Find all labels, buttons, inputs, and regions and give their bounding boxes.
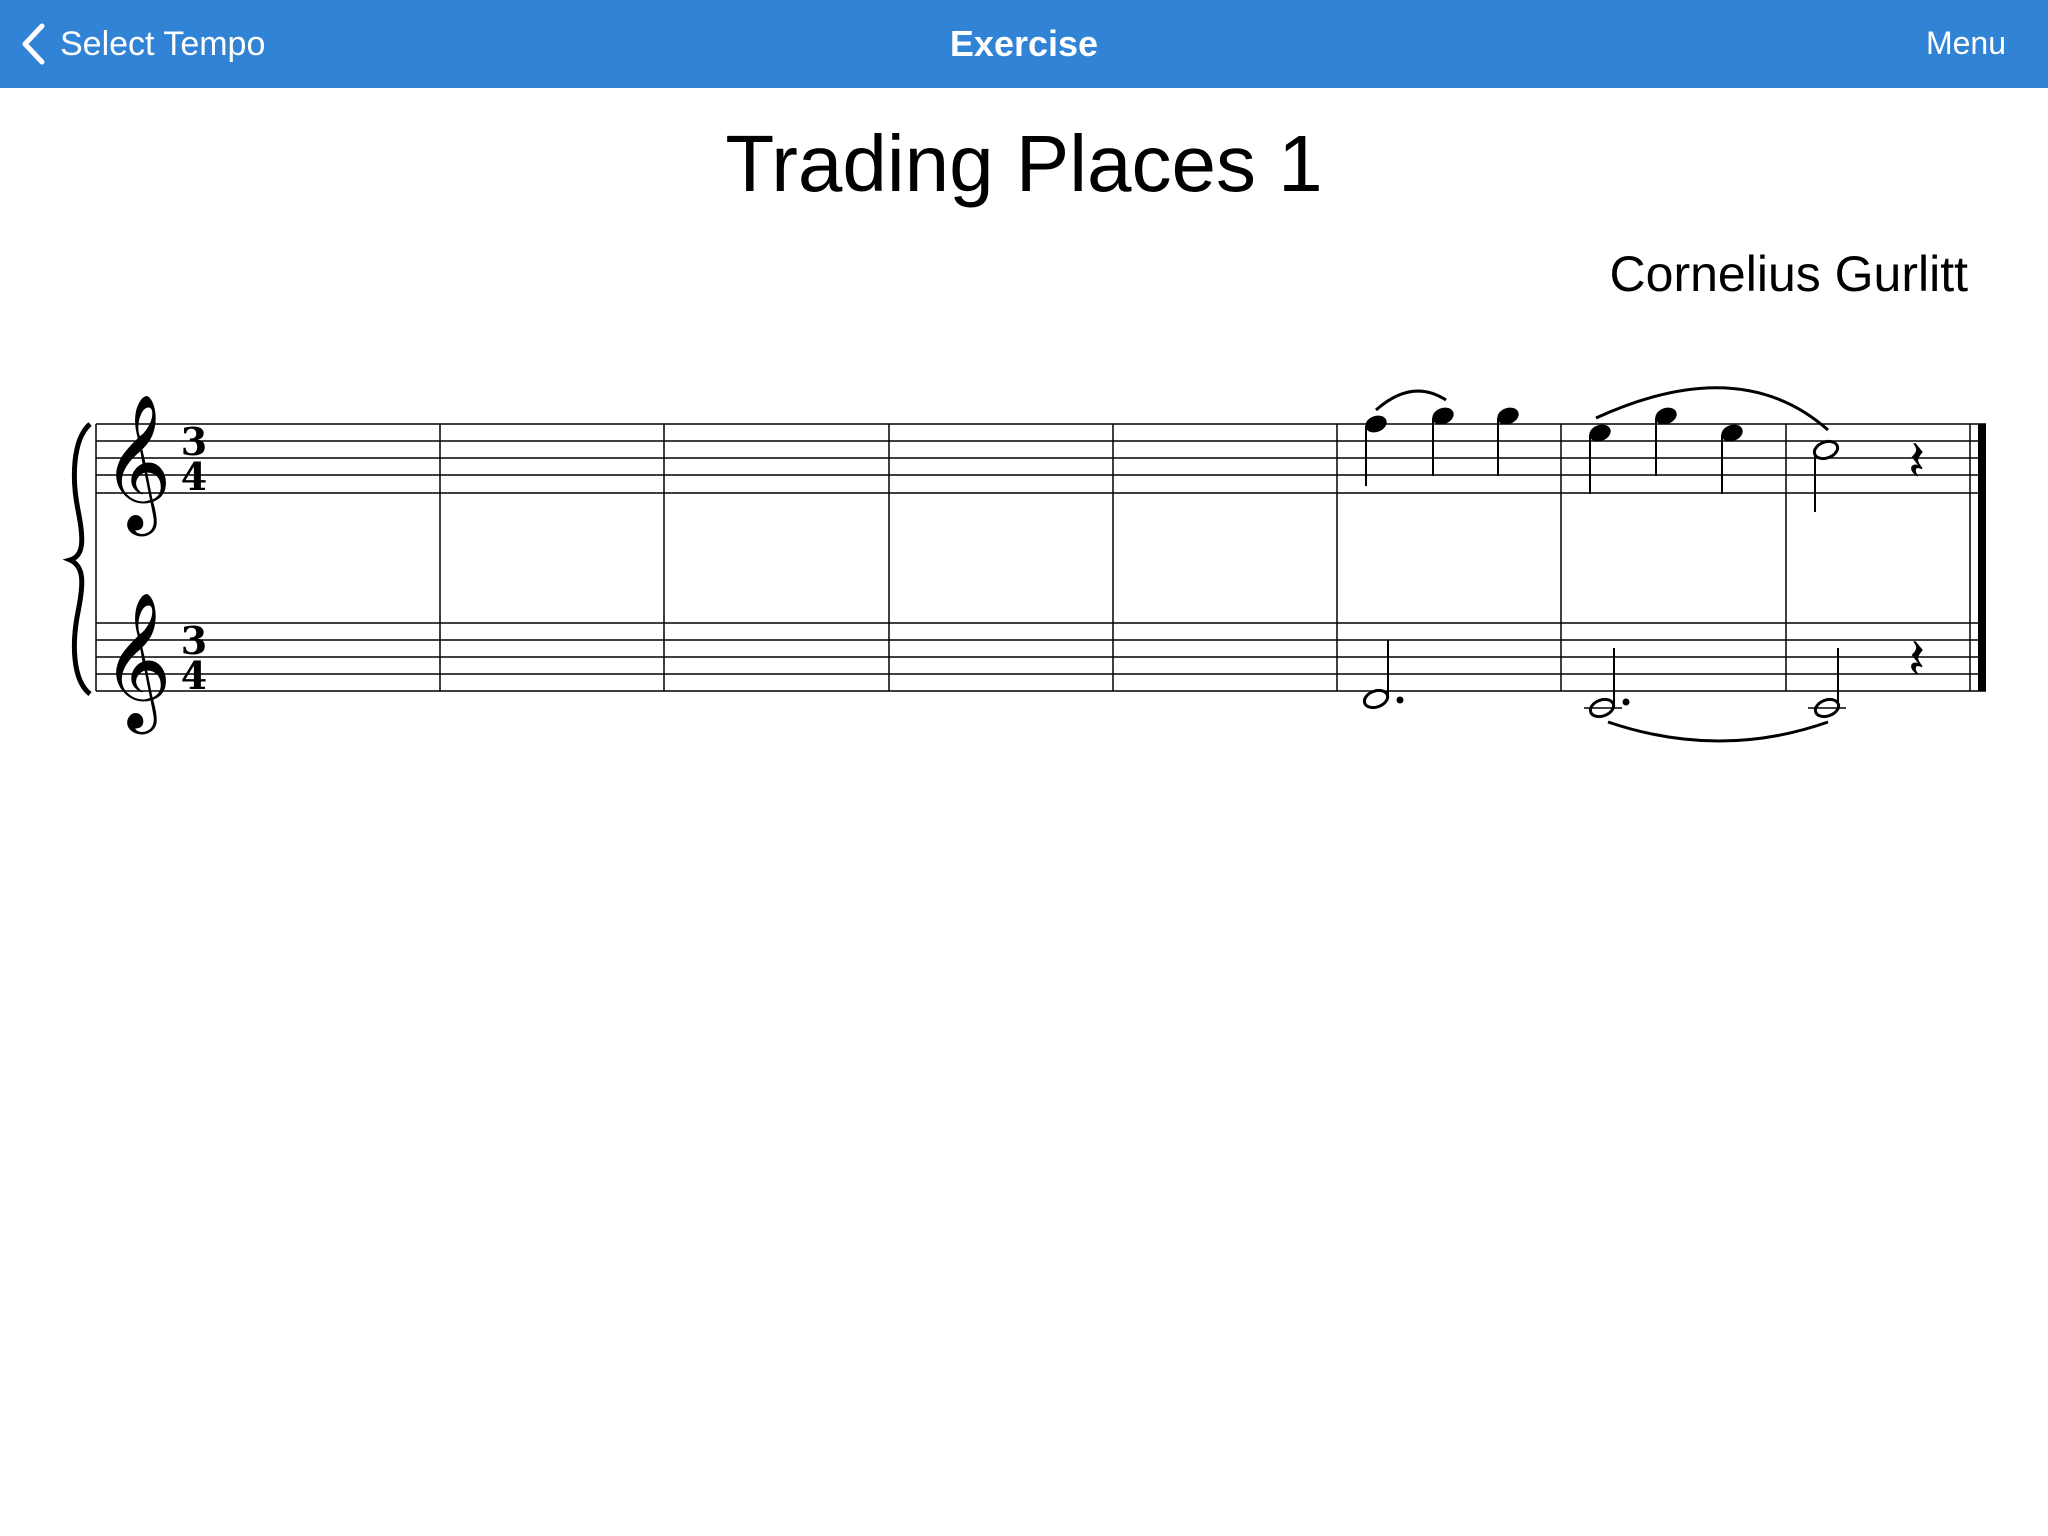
- treble-clef-upper: 𝄞: [102, 392, 172, 536]
- measure-6-upper: [1365, 389, 1519, 486]
- slur: [1607, 720, 1829, 743]
- music-score: 𝄞 𝄞 3 4 3 4 𝄽 𝄽: [62, 386, 1986, 743]
- upper-staff: [96, 423, 1986, 494]
- slur: [1375, 389, 1447, 412]
- measure-6-lower: [1362, 640, 1404, 710]
- time-sig-upper-unit: 4: [181, 454, 207, 499]
- time-sig-lower-unit: 4: [181, 653, 207, 698]
- measure-7-lower: [1584, 648, 1829, 743]
- final-barline: [1978, 424, 1986, 691]
- treble-clef-lower: 𝄞: [102, 590, 172, 734]
- quarter-rest: 𝄽: [1908, 627, 1925, 692]
- grand-staff-brace: [62, 422, 92, 696]
- barlines: [95, 424, 1971, 691]
- quarter-rest: 𝄽: [1908, 429, 1925, 494]
- lower-staff: [96, 622, 1986, 692]
